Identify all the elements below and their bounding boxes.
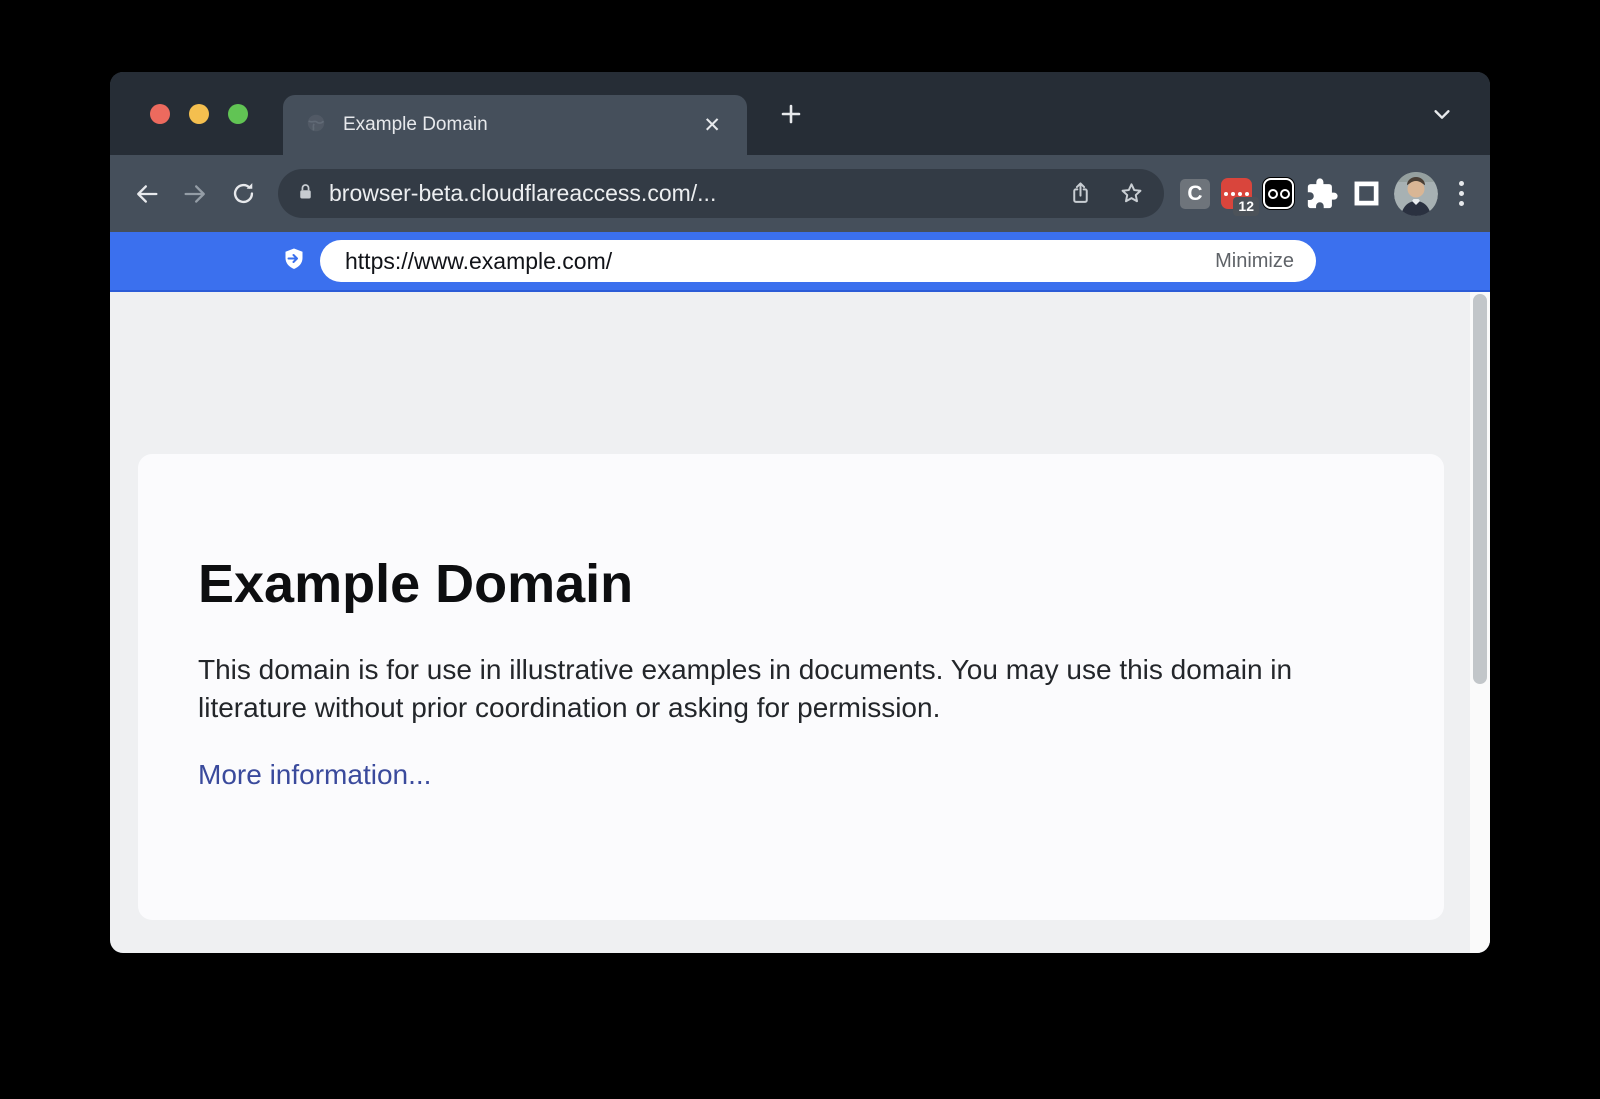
browser-toolbar: browser-beta.cloudflareaccess.com/... C … — [110, 155, 1490, 232]
tab-title: Example Domain — [343, 114, 695, 136]
page-title: Example Domain — [198, 552, 1384, 617]
forward-button[interactable] — [174, 173, 216, 215]
new-tab-button[interactable] — [773, 96, 809, 132]
address-bar-url[interactable]: browser-beta.cloudflareaccess.com/... — [329, 180, 1042, 207]
extensions-area: C 12 — [1180, 172, 1474, 216]
address-bar[interactable]: browser-beta.cloudflareaccess.com/... — [278, 169, 1164, 218]
browser-menu-icon[interactable] — [1449, 175, 1474, 212]
reload-button[interactable] — [222, 173, 264, 215]
extension-dark-circles-icon[interactable] — [1263, 178, 1294, 209]
tab-search-chevron-icon[interactable] — [1424, 96, 1460, 132]
extensions-puzzle-icon[interactable] — [1305, 177, 1339, 211]
minimize-window-button[interactable] — [189, 104, 209, 124]
profile-avatar[interactable] — [1394, 172, 1438, 216]
scrollbar-thumb[interactable] — [1473, 294, 1487, 684]
extension-badge: 12 — [1233, 197, 1259, 216]
extension-c-icon[interactable]: C — [1180, 179, 1210, 209]
isolation-url-input[interactable] — [320, 248, 1215, 275]
tab-strip: Example Domain ✕ — [110, 72, 1490, 155]
tab-example-domain[interactable]: Example Domain ✕ — [283, 95, 747, 155]
close-window-button[interactable] — [150, 104, 170, 124]
tab-close-icon[interactable]: ✕ — [695, 111, 729, 140]
isolation-url-field: Minimize — [320, 240, 1316, 282]
window-controls — [110, 104, 248, 124]
isolation-bar: Minimize — [110, 232, 1490, 292]
back-button[interactable] — [126, 173, 168, 215]
bookmark-star-icon[interactable] — [1119, 181, 1144, 206]
page-viewport: Example Domain This domain is for use in… — [110, 292, 1490, 953]
content-card: Example Domain This domain is for use in… — [138, 454, 1444, 920]
side-panel-icon[interactable] — [1350, 177, 1383, 210]
minimize-bar-button[interactable]: Minimize — [1215, 250, 1294, 273]
lock-icon[interactable] — [295, 181, 316, 207]
share-icon[interactable] — [1068, 181, 1093, 206]
shield-arrow-icon — [282, 247, 306, 276]
page-body-text: This domain is for use in illustrative e… — [198, 651, 1353, 727]
more-information-link[interactable]: More information... — [198, 759, 431, 791]
browser-window: Example Domain ✕ — [110, 72, 1490, 953]
extension-red-dots-icon[interactable]: 12 — [1221, 178, 1252, 209]
scrollbar-track[interactable] — [1470, 292, 1490, 953]
zoom-window-button[interactable] — [228, 104, 248, 124]
globe-favicon-icon — [305, 112, 327, 139]
